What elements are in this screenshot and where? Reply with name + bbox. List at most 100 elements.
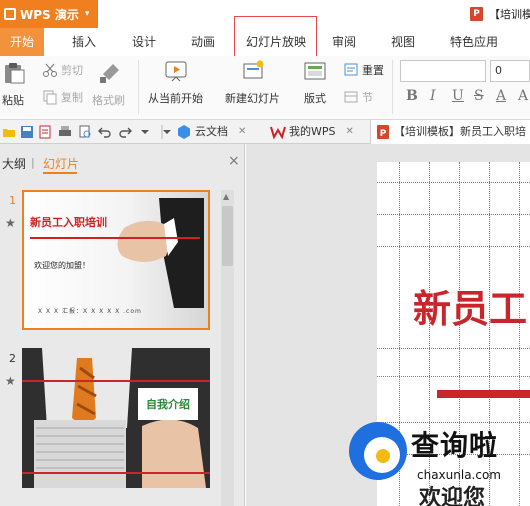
underline-button[interactable]: U	[452, 88, 464, 104]
dropdown-icon[interactable]	[160, 125, 174, 139]
print-preview-icon[interactable]	[78, 125, 92, 139]
wps-logo-icon	[4, 8, 16, 20]
layout-label: 版式	[304, 92, 326, 105]
close-icon[interactable]: ✕	[238, 120, 246, 144]
print-icon[interactable]	[58, 125, 72, 139]
layout-button[interactable]: 版式	[303, 60, 327, 106]
clipboard-icon	[5, 63, 25, 84]
reset-button[interactable]: 重置	[343, 62, 384, 78]
slide-number: 1	[9, 194, 16, 207]
star-icon: ★	[5, 216, 16, 230]
cloud-docs-icon	[178, 125, 190, 139]
doc-tab-label: 我的WPS	[289, 125, 336, 138]
open-folder-icon[interactable]	[2, 125, 16, 139]
bold-button[interactable]: B	[406, 88, 418, 104]
svg-text:P: P	[380, 129, 387, 139]
section-icon	[344, 91, 358, 103]
copy-label: 复制	[61, 91, 83, 104]
guide-line	[377, 348, 530, 349]
tab-special-features[interactable]: 特色应用	[442, 28, 506, 56]
reset-label: 重置	[362, 64, 384, 77]
watermark: 查询啦 chaxunla.com	[345, 418, 530, 498]
tab-home[interactable]: 开始	[0, 28, 44, 56]
presentation-file-icon: P	[377, 125, 389, 139]
guide-line	[377, 214, 530, 215]
quick-access-bar: 云文档 ✕ 我的WPS ✕ P 【培训模板】新员工入职培	[0, 120, 530, 144]
tab-slides[interactable]: 幻灯片	[43, 155, 79, 172]
ribbon-toolbar: 粘贴 剪切 复制 格式刷 从当前开始 新建幻灯片 版式 重置 节 0	[0, 56, 530, 120]
close-icon[interactable]: ✕	[346, 120, 354, 144]
copy-button[interactable]: 复制	[42, 89, 83, 105]
font-name-field[interactable]	[400, 60, 486, 82]
strikethrough-button[interactable]: S	[474, 88, 484, 104]
new-slide-button[interactable]: 新建幻灯片	[225, 60, 280, 106]
slide-thumbnail-1[interactable]: 新员工入职培训 欢迎您的加盟！ X X X 汇报：X X X X X .com	[22, 190, 210, 330]
document-title-text: 【培训模	[489, 8, 530, 21]
ribbon-divider	[138, 60, 139, 114]
tab-design[interactable]: 设计	[122, 28, 166, 56]
tab-animation[interactable]: 动画	[181, 28, 225, 56]
font-size-field[interactable]: 0	[490, 60, 530, 82]
tab-insert[interactable]: 插入	[62, 28, 106, 56]
slide-title[interactable]: 新员工	[413, 278, 527, 333]
export-pdf-icon[interactable]	[38, 125, 52, 139]
slide-line	[22, 472, 210, 474]
paste-label: 粘贴	[2, 94, 24, 107]
more-dropdown-icon[interactable]	[138, 125, 152, 139]
slide-thumbnail-2[interactable]: 自我介绍	[22, 348, 210, 488]
ribbon-divider	[392, 60, 393, 114]
format-painter-button[interactable]: 格式刷	[92, 62, 125, 108]
font-color-button[interactable]: A	[496, 88, 506, 104]
wps-w-icon	[270, 126, 286, 140]
app-menu-button[interactable]: WPS 演示 ▾	[0, 0, 98, 28]
slide-line	[22, 380, 210, 382]
slide-footer: X X X 汇报：X X X X X .com	[38, 308, 142, 315]
slide-title: 自我介绍	[138, 388, 198, 420]
play-from-current-button[interactable]: 从当前开始	[148, 60, 203, 106]
doc-tab-cloud[interactable]: 云文档 ✕	[176, 120, 246, 144]
presentation-file-icon: P	[470, 7, 483, 21]
scroll-up-icon[interactable]: ▲	[223, 192, 229, 201]
tab-view[interactable]: 视图	[381, 28, 425, 56]
close-icon[interactable]: ×	[228, 153, 240, 169]
panel-header: 大纲 | 幻灯片 ×	[0, 144, 245, 178]
doc-tab-mywps[interactable]: 我的WPS ✕	[270, 120, 354, 144]
slideshow-play-icon	[165, 61, 186, 82]
doc-tab-current[interactable]: P 【培训模板】新员工入职培	[370, 120, 530, 144]
guide-line	[377, 182, 530, 183]
new-slide-icon	[243, 60, 263, 79]
chevron-down-icon: ▾	[84, 9, 90, 19]
tab-slideshow[interactable]: 幻灯片放映	[238, 28, 314, 56]
cut-label: 剪切	[61, 64, 83, 77]
watermark-brand: 查询啦	[411, 429, 499, 462]
tab-outline[interactable]: 大纲	[2, 155, 26, 172]
new-slide-label: 新建幻灯片	[225, 92, 280, 105]
logo-dot	[376, 449, 390, 463]
star-icon: ★	[5, 374, 16, 388]
scroll-thumb[interactable]	[222, 206, 233, 266]
undo-icon[interactable]	[98, 125, 112, 139]
guide-line	[377, 376, 530, 377]
doc-tab-label: 【培训模板】新员工入职培	[394, 125, 526, 138]
italic-button[interactable]: I	[430, 88, 436, 104]
app-name: WPS 演示	[20, 7, 79, 22]
slide-subtitle: 欢迎您的加盟！	[34, 261, 90, 270]
slide-number: 2	[9, 352, 16, 365]
handshake-image	[117, 198, 204, 308]
doc-tab-label: 云文档	[195, 125, 228, 138]
search-logo-icon	[349, 422, 407, 480]
active-tab-underline	[43, 172, 77, 174]
redo-icon[interactable]	[118, 125, 132, 139]
reset-icon	[344, 63, 358, 76]
ribbon-tabs: 开始 插入 设计 动画 幻灯片放映 审阅 视图 特色应用	[0, 28, 530, 56]
play-from-current-label: 从当前开始	[148, 92, 203, 105]
font-shadow-button[interactable]: A	[518, 88, 528, 104]
paste-button[interactable]: 粘贴	[2, 62, 26, 108]
section-label: 节	[362, 91, 373, 104]
section-button[interactable]: 节	[343, 89, 373, 105]
title-bar: WPS 演示 ▾ P 【培训模	[0, 0, 530, 28]
panel-scrollbar[interactable]: ▲	[221, 190, 234, 506]
cut-button[interactable]: 剪切	[42, 62, 83, 78]
tab-review[interactable]: 审阅	[322, 28, 366, 56]
save-icon[interactable]	[20, 125, 34, 139]
